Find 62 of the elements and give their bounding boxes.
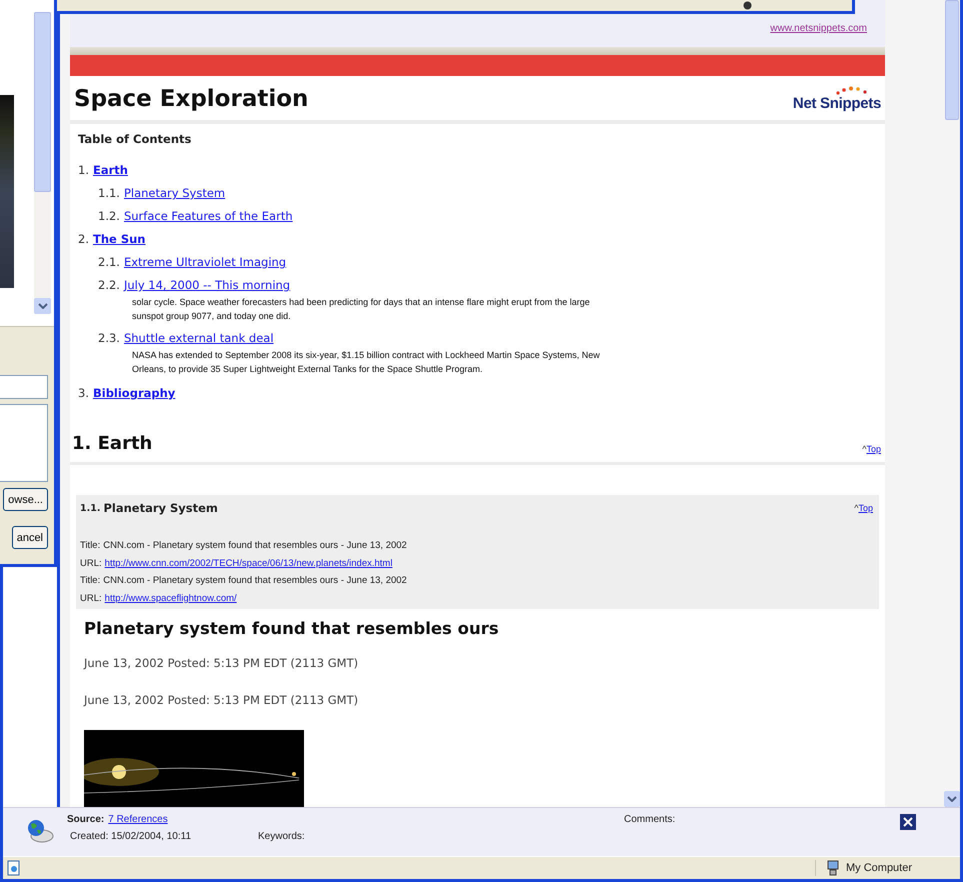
toc-number: 3.	[78, 386, 89, 400]
globe-icon	[25, 818, 55, 844]
article-date: June 13, 2002 Posted: 5:13 PM EDT (2113 GMT)	[84, 693, 360, 707]
scrollbar[interactable]	[34, 12, 51, 314]
caret-text: ^	[854, 503, 858, 513]
scroll-thumb[interactable]	[34, 12, 51, 192]
toc-number: 1.	[78, 163, 89, 177]
toc-number: 2.3.	[98, 331, 120, 345]
input-field[interactable]	[0, 375, 48, 399]
top-link[interactable]: Top	[866, 444, 881, 454]
toc-link[interactable]: The Sun	[92, 232, 146, 246]
article-title: Planetary system found that resembles ours	[84, 619, 500, 638]
toc-summary: solar cycle. Space weather forecasters had been predicting for days that an intense flare might erupt from the large sunspot group 9077, and today one did.	[131, 296, 591, 323]
dots-icon	[835, 86, 869, 95]
toc-number: 1.1.	[98, 186, 120, 200]
circle-icon	[743, 1, 752, 10]
text-area[interactable]	[0, 404, 48, 482]
toc-heading: Table of Contents	[78, 132, 192, 146]
caret-text: ^	[862, 444, 866, 454]
url-link[interactable]: http://www.spaceflightnow.com/	[104, 592, 237, 604]
ref-label: URL:	[80, 592, 102, 604]
toc-number: 1.2.	[98, 209, 120, 223]
toc-link[interactable]: Extreme Ultraviolet Imaging	[124, 255, 286, 269]
scroll-down-icon[interactable]	[34, 298, 51, 314]
page-icon	[7, 860, 21, 876]
top-link[interactable]: Top	[858, 503, 873, 513]
references-link[interactable]: 7 References	[108, 814, 168, 825]
source-label: Source:	[67, 814, 104, 825]
toc-number: 2.2.	[98, 278, 120, 292]
toc-link[interactable]: Surface Features of the Earth	[124, 209, 293, 223]
toc-link[interactable]: Planetary System	[124, 186, 226, 200]
scroll-down-icon[interactable]	[944, 791, 960, 807]
toc-number: 2.	[78, 232, 89, 246]
ref-label: URL:	[80, 558, 102, 569]
ref-title: CNN.com - Planetary system found that resembles ours - June 13, 2002	[103, 575, 407, 586]
toc-link[interactable]: Bibliography	[92, 386, 176, 400]
section-heading: 1. Earth	[72, 433, 152, 454]
subsection-number: 1.1.	[80, 502, 100, 514]
toc-summary: NASA has extended to September 2008 its six-year, $1.15 billion contract with Lockheed Martin Space Systems, New Orleans, to provide 35 Super Lightweight External Tanks for the Space Shuttle Program.	[131, 349, 601, 376]
article-date: June 13, 2002 Posted: 5:13 PM EDT (2113 GMT)	[84, 656, 360, 670]
toc-link[interactable]: July 14, 2000 -- This morning	[124, 278, 290, 292]
scroll-thumb[interactable]	[945, 0, 959, 120]
comments-label: Comments:	[624, 813, 676, 825]
scrollbar[interactable]	[944, 0, 960, 807]
ref-title: CNN.com - Planetary system found that resembles ours - June 13, 2002	[103, 540, 407, 552]
dialog-button[interactable]: owse...	[3, 488, 48, 511]
toc-link[interactable]: Shuttle external tank deal	[124, 331, 274, 345]
created-text: Created: 15/02/2004, 10:11	[70, 831, 192, 842]
site-link[interactable]: www.netsnippets.com	[770, 23, 867, 34]
dialog-button[interactable]: ancel	[12, 526, 48, 549]
toc-link[interactable]: Earth	[92, 163, 128, 177]
zone-text: My Computer	[846, 862, 912, 874]
url-link[interactable]: http://www.cnn.com/2002/TECH/space/06/13/new.planets/index.html	[104, 558, 392, 569]
subsection-heading: Planetary System	[103, 501, 218, 515]
page-title: Space Exploration	[74, 86, 308, 112]
close-icon[interactable]	[900, 814, 916, 830]
logo-text: Net Snippets	[792, 95, 881, 112]
toc-number: 2.1.	[98, 255, 120, 269]
ref-label: Title:	[80, 540, 100, 552]
computer-icon	[826, 860, 840, 876]
keywords-label: Keywords:	[258, 831, 305, 842]
ref-label: Title:	[80, 575, 100, 586]
